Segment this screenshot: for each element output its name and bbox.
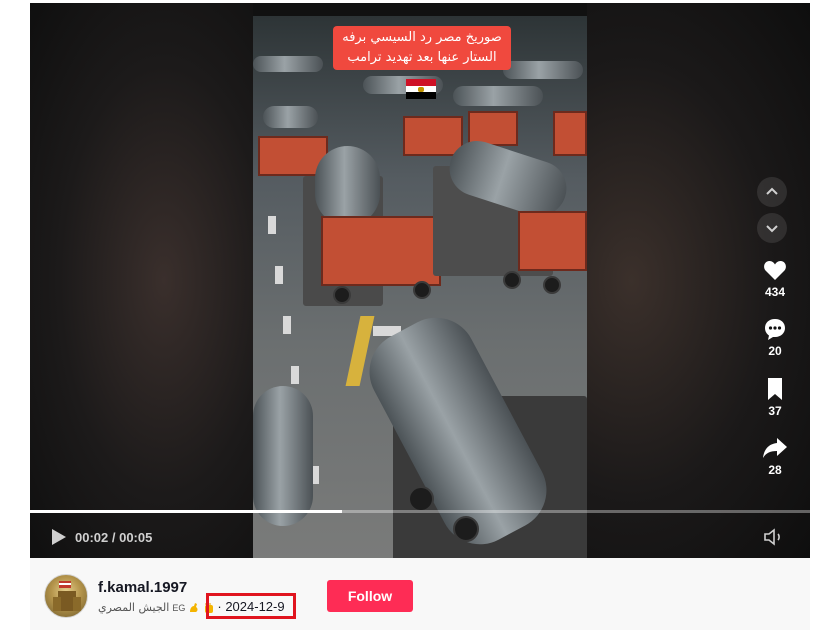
save-button[interactable]: 37 — [755, 376, 795, 418]
share-count: 28 — [768, 463, 782, 477]
author-bar: f.kamal.1997 الجيش المصري EG · 2024-12-9… — [30, 558, 810, 630]
wheel — [453, 516, 479, 542]
chevron-up-icon — [766, 187, 778, 195]
share-icon — [763, 438, 787, 458]
author-username[interactable]: f.kamal.1997 — [98, 579, 187, 596]
avatar-image — [53, 581, 81, 611]
like-count: 434 — [764, 285, 786, 299]
missile — [453, 86, 543, 106]
wheel — [408, 486, 434, 512]
road-marking — [283, 316, 291, 334]
truck-cab — [518, 211, 587, 271]
post-date: · 2024-12-9 — [206, 593, 296, 619]
comment-icon — [765, 319, 785, 340]
author-subline: الجيش المصري EG — [98, 601, 215, 614]
next-video-button[interactable] — [757, 213, 787, 243]
blurred-backdrop-left — [30, 3, 253, 558]
comment-button[interactable]: 20 — [755, 316, 795, 358]
play-icon[interactable] — [51, 528, 67, 546]
missile — [503, 61, 583, 79]
chevron-down-icon — [766, 225, 778, 233]
missile — [253, 56, 323, 72]
bookmark-icon — [768, 378, 782, 400]
volume-button[interactable] — [764, 528, 786, 551]
missile — [253, 386, 313, 526]
previous-video-button[interactable] — [757, 177, 787, 207]
follow-button[interactable]: Follow — [327, 580, 413, 612]
save-count: 37 — [768, 404, 782, 418]
video-frame[interactable]: صوريخ مصر رد السيسي برفه الستار عنها بعد… — [253, 16, 587, 558]
time-separator: / — [108, 529, 120, 545]
road-marking — [268, 216, 276, 234]
total-time: 00:05 — [119, 529, 153, 545]
wheel — [503, 271, 521, 289]
heart-icon — [764, 261, 786, 280]
flexed-arm-icon — [190, 602, 198, 612]
video-caption: صوريخ مصر رد السيسي برفه الستار عنها بعد… — [333, 26, 511, 70]
progress-bar[interactable] — [30, 510, 810, 513]
avatar[interactable] — [44, 574, 88, 618]
current-time: 00:02 — [75, 529, 109, 545]
volume-icon — [764, 528, 780, 546]
author-nickname: الجيش المصري — [98, 601, 170, 614]
wheel — [333, 286, 351, 304]
video-player[interactable]: صوريخ مصر رد السيسي برفه الستار عنها بعد… — [30, 3, 810, 558]
like-button[interactable]: 434 — [755, 257, 795, 299]
road-marking — [291, 366, 299, 384]
missile — [315, 146, 380, 226]
truck-cab — [403, 116, 463, 156]
country-code: EG — [172, 602, 186, 613]
road-marking — [275, 266, 283, 284]
truck-cab — [553, 111, 587, 156]
share-button[interactable]: 28 — [755, 435, 795, 477]
truck-cab — [321, 216, 441, 286]
playback-controls: 00:02 / 00:05 — [51, 528, 152, 546]
progress-fill — [30, 510, 342, 513]
wheel — [413, 281, 431, 299]
comment-count: 20 — [768, 344, 782, 358]
wheel — [543, 276, 561, 294]
missile — [263, 106, 318, 128]
egypt-flag-icon — [406, 79, 436, 99]
